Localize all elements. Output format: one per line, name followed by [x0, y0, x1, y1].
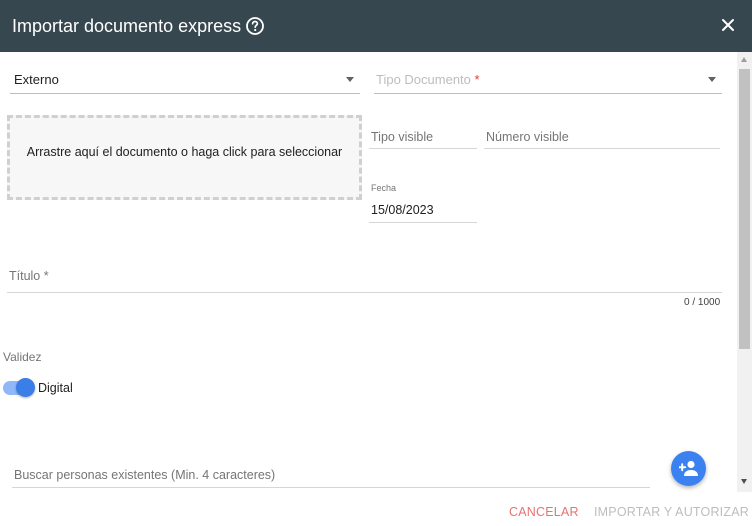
validez-label: Validez	[3, 350, 42, 364]
help-circle-icon[interactable]	[245, 16, 265, 36]
cancel-button[interactable]: CANCELAR	[509, 505, 579, 519]
import-document-dialog: Importar documento express Externo Tipo …	[0, 0, 752, 526]
fecha-value: 15/08/2023	[371, 203, 434, 217]
origin-select[interactable]: Externo	[10, 64, 360, 94]
document-dropzone[interactable]: Arrastre aquí el documento o haga click …	[7, 115, 362, 200]
dialog-actions: CANCELAR IMPORTAR Y AUTORIZAR	[0, 492, 752, 526]
dropzone-text: Arrastre aquí el documento o haga click …	[26, 145, 343, 159]
numero-visible-field[interactable]: Número visible	[484, 122, 720, 149]
numero-visible-placeholder: Número visible	[486, 130, 569, 144]
fecha-field[interactable]: Fecha 15/08/2023	[369, 183, 477, 223]
document-type-select[interactable]: Tipo Documento *	[374, 64, 722, 94]
titulo-field[interactable]: Título *	[7, 262, 722, 293]
titulo-placeholder: Título *	[9, 269, 49, 283]
scrollbar[interactable]	[737, 52, 752, 492]
titulo-char-counter: 0 / 1000	[684, 297, 721, 308]
dialog-content: Externo Tipo Documento * Arrastre aquí e…	[0, 52, 737, 492]
tipo-visible-field[interactable]: Tipo visible	[369, 122, 477, 149]
chevron-down-icon	[346, 77, 354, 82]
search-people-placeholder: Buscar personas existentes (Min. 4 carac…	[14, 468, 276, 482]
dialog-title: Importar documento express	[12, 16, 242, 36]
person-add-icon	[679, 460, 698, 476]
digital-toggle-label: Digital	[38, 381, 73, 395]
origin-select-value: Externo	[14, 72, 59, 87]
add-person-button[interactable]	[671, 451, 706, 486]
search-people-input[interactable]: Buscar personas existentes (Min. 4 carac…	[12, 460, 650, 488]
fecha-label: Fecha	[371, 183, 397, 193]
chevron-down-icon	[708, 77, 716, 82]
dialog-header: Importar documento express	[0, 0, 752, 52]
import-authorize-button[interactable]: IMPORTAR Y AUTORIZAR	[594, 505, 749, 519]
scroll-down-arrow-icon[interactable]	[741, 479, 747, 484]
toggle-knob	[16, 378, 35, 397]
scrollbar-thumb[interactable]	[739, 69, 750, 349]
close-icon[interactable]	[720, 17, 736, 33]
scroll-up-arrow-icon[interactable]	[741, 57, 747, 62]
required-mark: *	[474, 72, 480, 87]
document-type-placeholder: Tipo Documento *	[376, 72, 480, 87]
tipo-visible-placeholder: Tipo visible	[371, 130, 434, 144]
digital-toggle[interactable]	[3, 378, 35, 397]
